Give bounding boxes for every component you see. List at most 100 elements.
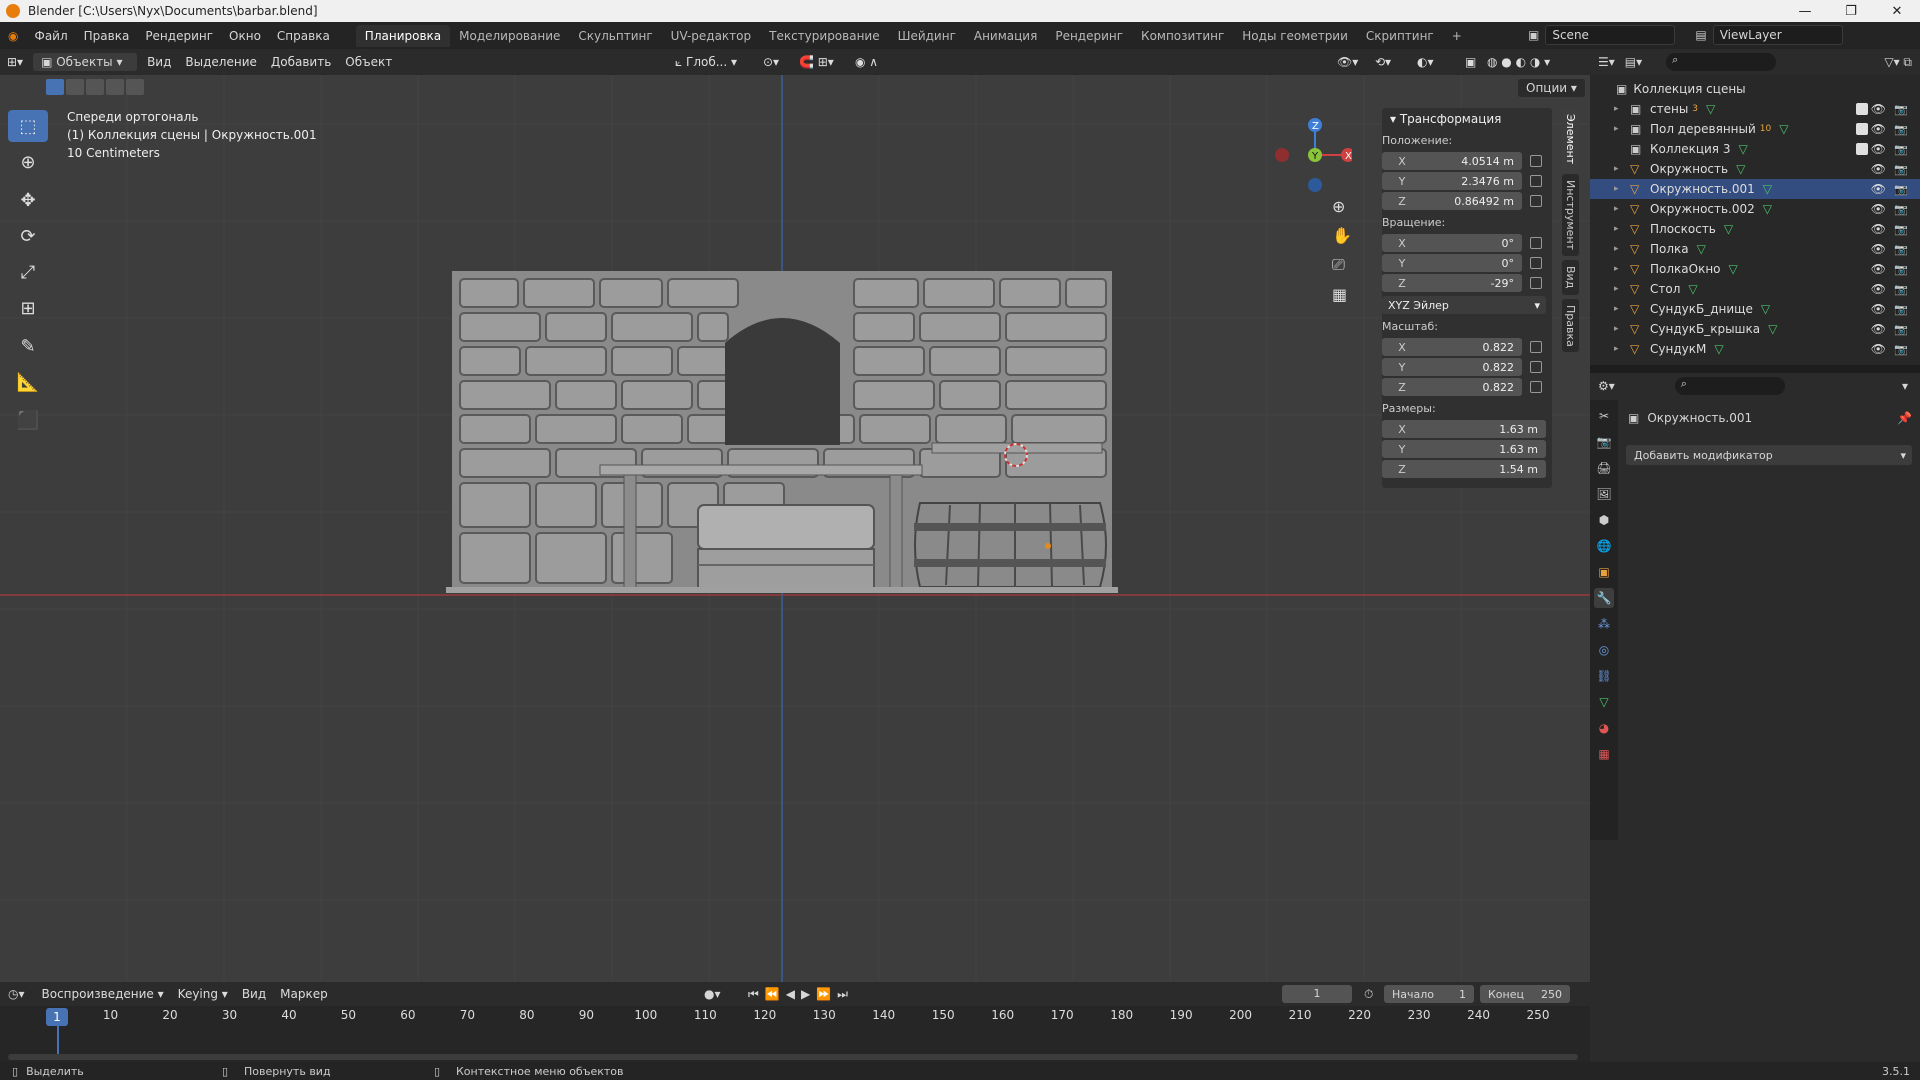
transform-header[interactable]: ▾ Трансформация [1382,108,1552,130]
location-z-field[interactable]: Z 0.86492 m [1382,192,1522,210]
move-tool[interactable]: ✥ [8,184,48,216]
particles-props-icon[interactable]: ⁂ [1594,614,1614,634]
lock-icon[interactable] [1530,361,1542,373]
physics-props-icon[interactable]: ◎ [1594,640,1614,660]
chevron-right-icon[interactable]: ▸ [1614,124,1626,134]
scene-icon[interactable]: ▣ [1528,28,1539,42]
data-props-icon[interactable]: ▽ [1594,692,1614,712]
location-y-field[interactable]: Y 2.3476 m [1382,172,1522,190]
cursor-tool[interactable]: ⊕ [8,146,48,178]
eye-icon[interactable]: 👁 [1871,182,1886,196]
menu-file[interactable]: Файл [26,29,75,43]
render-camera-icon[interactable]: 📷 [1894,203,1908,216]
select-invert-icon[interactable] [106,79,124,95]
chevron-right-icon[interactable]: ▸ [1614,244,1626,254]
gizmo-toggle-icon[interactable]: ⟲▾ [1368,53,1398,71]
dimension-x-field[interactable]: X 1.63 m [1382,420,1546,438]
options-dropdown[interactable]: Опции ▾ [1518,79,1585,97]
exclude-checkbox[interactable] [1856,143,1868,155]
lock-icon[interactable] [1530,237,1542,249]
scale-y-field[interactable]: Y 0.822 [1382,358,1522,376]
chevron-down-icon[interactable]: ▾ [1902,379,1908,393]
render-camera-icon[interactable]: 📷 [1894,283,1908,296]
material-props-icon[interactable]: ◕ [1594,718,1614,738]
select-intersect-icon[interactable] [126,79,144,95]
zoom-icon[interactable]: ⊕ [1332,197,1352,216]
object-props-icon[interactable]: ▣ [1594,562,1614,582]
overlay-toggle-icon[interactable]: ◐▾ [1410,53,1441,71]
lock-icon[interactable] [1530,257,1542,269]
tab-view[interactable]: Вид [1562,260,1579,295]
outliner-editor-icon[interactable]: ☰▾ [1598,55,1615,69]
eye-icon[interactable]: 👁 [1871,162,1886,176]
eye-icon[interactable]: 👁 [1871,142,1886,156]
render-props-icon[interactable]: 📷 [1594,432,1614,452]
render-camera-icon[interactable]: 📷 [1894,343,1908,356]
viewlayer-selector[interactable]: ViewLayer [1712,25,1843,45]
eye-icon[interactable]: 👁 [1871,242,1886,256]
close-window-button[interactable]: ✕ [1874,0,1920,22]
select-subtract-icon[interactable] [86,79,104,95]
output-props-icon[interactable]: 🖨 [1594,458,1614,478]
lock-icon[interactable] [1530,381,1542,393]
rotation-x-field[interactable]: X 0° [1382,234,1522,252]
add-workspace-button[interactable]: + [1443,25,1471,47]
exclude-checkbox[interactable] [1856,123,1868,135]
eye-icon[interactable]: 👁 [1871,262,1886,276]
render-camera-icon[interactable]: 📷 [1894,143,1908,156]
chevron-right-icon[interactable]: ▸ [1614,104,1626,114]
tab-geometry-nodes[interactable]: Ноды геометрии [1233,25,1357,47]
outliner-item[interactable]: ▸ ▽ Полка ▽ 👁 📷 [1590,239,1920,259]
add-cube-tool[interactable]: ⬛ [8,404,48,436]
chevron-right-icon[interactable]: ▸ [1614,284,1626,294]
select-extend-icon[interactable] [66,79,84,95]
outliner-root[interactable]: ▣ Коллекция сцены [1590,79,1920,99]
outliner-item[interactable]: ▸ ▽ СундукМ ▽ 👁 📷 [1590,339,1920,359]
navigation-gizmo[interactable]: Z X Y [1268,113,1352,197]
dimension-z-field[interactable]: Z 1.54 m [1382,460,1546,478]
rotation-z-field[interactable]: Z -29° [1382,274,1522,292]
tab-tool[interactable]: Инструмент [1562,174,1579,257]
scene-selector[interactable]: Scene [1545,25,1676,45]
filter-icon[interactable]: ▽▾ ⧉ [1884,55,1912,70]
tab-shading[interactable]: Шейдинг [889,25,965,47]
menu-help[interactable]: Справка [269,29,338,43]
rotation-y-field[interactable]: Y 0° [1382,254,1522,272]
lock-icon[interactable] [1530,195,1542,207]
3d-viewport[interactable]: Спереди ортогональ (1) Коллекция сцены |… [0,75,1590,982]
location-x-field[interactable]: X 4.0514 m [1382,152,1522,170]
outliner-item[interactable]: ▸ ▽ СундукБ_крышка ▽ 👁 📷 [1590,319,1920,339]
display-mode-icon[interactable]: ▤▾ [1625,55,1642,69]
chevron-right-icon[interactable]: ▸ [1614,344,1626,354]
properties-search-input[interactable]: ⌕ [1674,377,1785,395]
menu-render[interactable]: Рендеринг [137,29,221,43]
pivot-icon[interactable]: ⊙▾ [756,53,786,71]
eye-icon[interactable]: 👁 [1871,322,1886,336]
menu-add[interactable]: Добавить [264,53,338,71]
scene-props-icon[interactable]: ⬢ [1594,510,1614,530]
blender-menu-icon[interactable]: ◉ [0,29,26,43]
eye-icon[interactable]: 👁 [1871,302,1886,316]
view-layer-props-icon[interactable]: 🖼 [1594,484,1614,504]
chevron-right-icon[interactable]: ▸ [1614,264,1626,274]
lock-icon[interactable] [1530,155,1542,167]
proportional-edit-icon[interactable]: ◉ ∧ [848,53,885,71]
timeline-scrollbar[interactable] [8,1054,1578,1060]
measure-tool[interactable]: 📐 [8,366,48,398]
tab-compositing[interactable]: Композитинг [1132,25,1233,47]
eye-icon[interactable]: 👁 [1871,222,1886,236]
rotate-tool[interactable]: ⟳ [8,220,48,252]
outliner-item[interactable]: ▸ ▽ Плоскость ▽ 👁 📷 [1590,219,1920,239]
tab-animation[interactable]: Анимация [965,25,1046,47]
outliner-item[interactable]: ▸ ▣ Пол деревянный 10 ▽ 👁 📷 [1590,119,1920,139]
lock-icon[interactable] [1530,341,1542,353]
snap-icon[interactable]: 🧲 ⊞▾ [792,53,841,71]
lock-icon[interactable] [1530,175,1542,187]
chevron-right-icon[interactable]: ▸ [1614,324,1626,334]
camera-view-icon[interactable]: ⎚ [1332,255,1352,275]
eye-icon[interactable]: 👁 [1871,282,1886,296]
outliner-item[interactable]: ▸ ▽ Окружность ▽ 👁 📷 [1590,159,1920,179]
editor-type-icon[interactable]: ⊞▾ [0,53,30,71]
world-props-icon[interactable]: 🌐 [1594,536,1614,556]
ortho-grid-icon[interactable]: ▦ [1332,285,1352,304]
